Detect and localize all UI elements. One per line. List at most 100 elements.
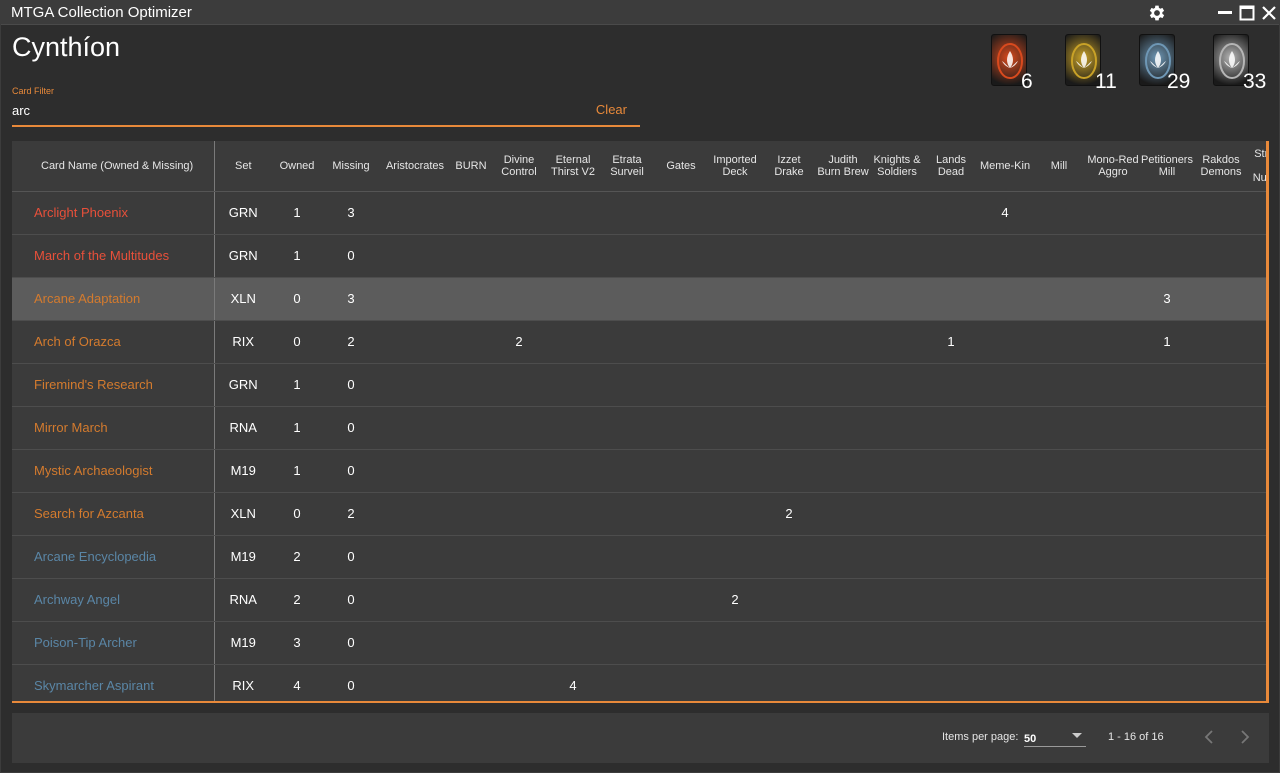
table-cell bbox=[450, 406, 492, 450]
card-name-cell[interactable]: Poison-Tip Archer bbox=[12, 621, 215, 665]
column-header-judith-burn-brew[interactable]: Judith Burn Brew bbox=[816, 141, 870, 192]
column-header-set[interactable]: Set bbox=[214, 141, 272, 192]
table-cell: 1 bbox=[272, 406, 322, 450]
column-header-petitioners-mill[interactable]: Petitioners Mill bbox=[1140, 141, 1194, 192]
table-cell: 3 bbox=[272, 621, 322, 665]
next-page-icon[interactable] bbox=[1235, 727, 1255, 747]
table-row[interactable]: Poison-Tip Archer M19 3 0 bbox=[12, 621, 1269, 665]
column-header-meme-kin[interactable]: Meme-Kin bbox=[978, 141, 1032, 192]
card-name-cell[interactable]: Skymarcher Aspirant bbox=[12, 664, 215, 703]
table-row[interactable]: Arcane Encyclopedia M19 2 0 bbox=[12, 535, 1269, 579]
table-row[interactable]: March of the Multitudes GRN 1 0 bbox=[12, 234, 1269, 278]
table-row[interactable]: Firemind's Research GRN 1 0 bbox=[12, 363, 1269, 407]
table-cell bbox=[1140, 578, 1194, 622]
table-cell: RIX bbox=[214, 320, 272, 364]
table-cell bbox=[870, 406, 924, 450]
card-filter-input[interactable] bbox=[12, 101, 572, 119]
items-per-page-select[interactable]: 50 bbox=[1024, 729, 1086, 747]
column-header-imported-deck[interactable]: Imported Deck bbox=[708, 141, 762, 192]
table-row[interactable]: Archway Angel RNA 2 0 2 bbox=[12, 578, 1269, 622]
close-icon[interactable] bbox=[1259, 3, 1279, 23]
column-header-izzet-drake[interactable]: Izzet Drake bbox=[762, 141, 816, 192]
table-cell bbox=[870, 621, 924, 665]
table-cell: 0 bbox=[322, 621, 380, 665]
table-cell: 3 bbox=[322, 277, 380, 321]
table-cell bbox=[654, 234, 708, 278]
table-cell bbox=[708, 320, 762, 364]
column-header-card-name-owned-missing[interactable]: Card Name (Owned & Missing) bbox=[12, 141, 215, 192]
column-header-owned[interactable]: Owned bbox=[272, 141, 322, 192]
table-row[interactable]: Mirror March RNA 1 0 bbox=[12, 406, 1269, 450]
table-cell: RIX bbox=[214, 664, 272, 703]
table-cell bbox=[1140, 406, 1194, 450]
column-header-eternal-thirst-v2[interactable]: Eternal Thirst V2 bbox=[546, 141, 600, 192]
table-cell bbox=[546, 535, 600, 579]
table-cell bbox=[546, 277, 600, 321]
column-header-rakdos-demons[interactable]: Rakdos Demons bbox=[1194, 141, 1248, 192]
table-cell bbox=[1086, 535, 1140, 579]
table-row[interactable]: Search for Azcanta XLN 0 2 2 bbox=[12, 492, 1269, 536]
table-cell bbox=[1194, 234, 1248, 278]
table-cell bbox=[1086, 621, 1140, 665]
card-name-cell[interactable]: Archway Angel bbox=[12, 578, 215, 622]
table-cell bbox=[1032, 492, 1086, 536]
maximize-icon[interactable] bbox=[1237, 3, 1257, 23]
table-cell: 1 bbox=[272, 234, 322, 278]
card-name-cell[interactable]: Arcane Adaptation bbox=[12, 277, 215, 321]
table-cell bbox=[762, 535, 816, 579]
card-name-cell[interactable]: Arcane Encyclopedia bbox=[12, 535, 215, 579]
column-header-lands-dead[interactable]: Lands Dead bbox=[924, 141, 978, 192]
column-header-mill[interactable]: Mill bbox=[1032, 141, 1086, 192]
column-header-burn[interactable]: BURN bbox=[450, 141, 492, 192]
column-header-mono-red-aggro[interactable]: Mono-Red Aggro bbox=[1086, 141, 1140, 192]
table-row[interactable]: Arclight Phoenix GRN 1 3 4 bbox=[12, 191, 1269, 235]
column-header-aristocrates[interactable]: Aristocrates bbox=[380, 141, 450, 192]
column-header-divine-control[interactable]: Divine Control bbox=[492, 141, 546, 192]
table-cell bbox=[654, 363, 708, 407]
column-header-missing[interactable]: Missing bbox=[322, 141, 380, 192]
table-row[interactable]: Arch of Orazca RIX 0 2 2 1 1 bbox=[12, 320, 1269, 364]
card-name-cell[interactable]: Search for Azcanta bbox=[12, 492, 215, 536]
column-header-gates[interactable]: Gates bbox=[654, 141, 708, 192]
table-cell bbox=[492, 191, 546, 235]
table-cell bbox=[600, 234, 654, 278]
card-name-cell[interactable]: Mystic Archaeologist bbox=[12, 449, 215, 493]
table-cell bbox=[816, 277, 870, 321]
table-cell bbox=[870, 492, 924, 536]
table-row[interactable]: Skymarcher Aspirant RIX 4 0 4 bbox=[12, 664, 1269, 703]
card-name-cell[interactable]: Firemind's Research bbox=[12, 363, 215, 407]
table-cell bbox=[380, 449, 450, 493]
clear-button[interactable]: Clear bbox=[596, 102, 627, 117]
table-cell bbox=[924, 234, 978, 278]
table-cell bbox=[978, 449, 1032, 493]
table-cell bbox=[1032, 277, 1086, 321]
table-cell bbox=[870, 191, 924, 235]
column-header-etrata-surveil[interactable]: Etrata Surveil bbox=[600, 141, 654, 192]
table-cell bbox=[380, 320, 450, 364]
table-cell: 0 bbox=[272, 320, 322, 364]
table-cell: 1 bbox=[272, 191, 322, 235]
table-cell: 0 bbox=[322, 535, 380, 579]
wildcard-mythic-count: 6 bbox=[1021, 70, 1033, 93]
gear-icon[interactable] bbox=[1147, 3, 1167, 23]
vertical-scrollbar[interactable] bbox=[1266, 141, 1269, 703]
table-cell bbox=[492, 664, 546, 703]
table-row[interactable]: Mystic Archaeologist M19 1 0 bbox=[12, 449, 1269, 493]
card-name-cell[interactable]: Arch of Orazca bbox=[12, 320, 215, 364]
table-cell: GRN bbox=[214, 191, 272, 235]
card-name-cell[interactable]: Mirror March bbox=[12, 406, 215, 450]
table-cell bbox=[870, 578, 924, 622]
column-header-knights-soldiers[interactable]: Knights & Soldiers bbox=[870, 141, 924, 192]
table-cell: 2 bbox=[322, 492, 380, 536]
table-cell bbox=[978, 621, 1032, 665]
table-cell bbox=[762, 621, 816, 665]
minimize-icon[interactable] bbox=[1215, 3, 1235, 23]
table-cell bbox=[1194, 191, 1248, 235]
card-name-cell[interactable]: March of the Multitudes bbox=[12, 234, 215, 278]
previous-page-icon[interactable] bbox=[1199, 727, 1219, 747]
table-cell: 4 bbox=[546, 664, 600, 703]
table-row[interactable]: Arcane Adaptation XLN 0 3 3 bbox=[12, 277, 1269, 321]
card-name-cell[interactable]: Arclight Phoenix bbox=[12, 191, 215, 235]
table-cell bbox=[380, 363, 450, 407]
table-cell bbox=[1086, 578, 1140, 622]
